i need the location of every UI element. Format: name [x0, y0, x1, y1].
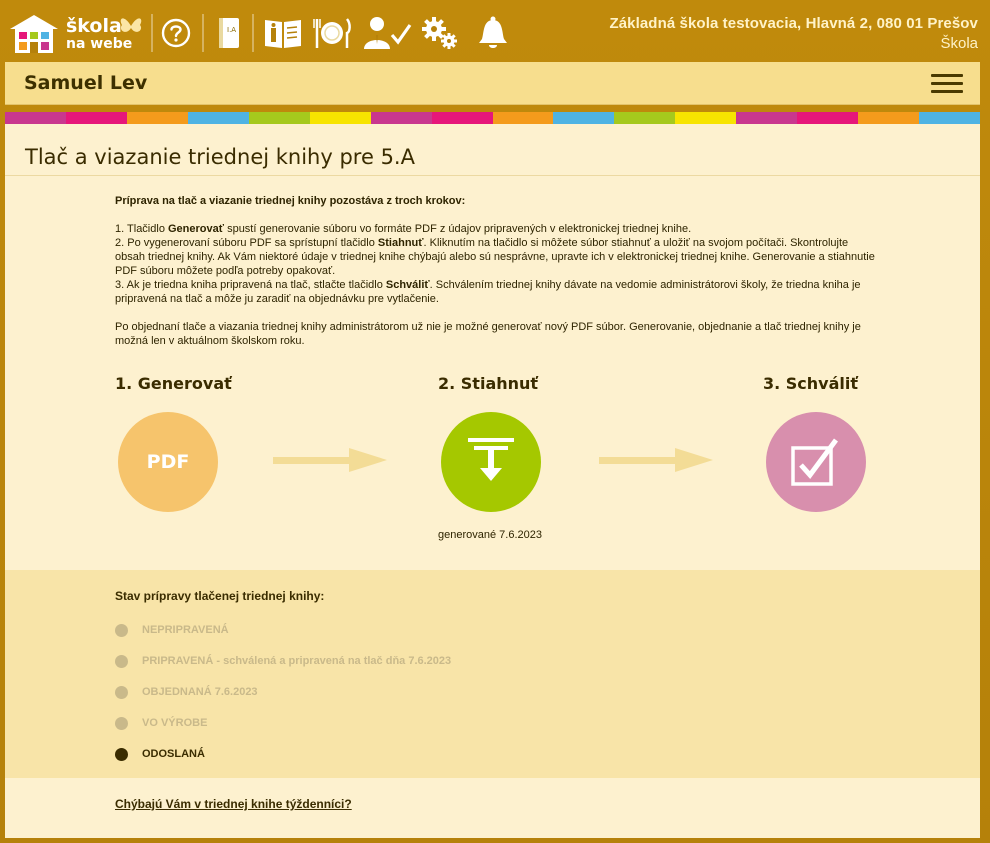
user-name: Samuel Lev [24, 72, 148, 94]
status-item: NEPRIPRAVENÁ [115, 622, 229, 638]
status-item-label: PRIPRAVENÁ - schválená a pripravená na t… [142, 655, 452, 667]
generated-date: generované 7.6.2023 [438, 529, 542, 541]
color-stripe [5, 112, 980, 124]
hamburger-icon-line [931, 74, 963, 77]
attendance-button[interactable] [362, 14, 412, 52]
class-book-label: I.A [227, 26, 236, 34]
hamburger-icon-line [931, 82, 963, 85]
bell-icon [479, 16, 507, 48]
page-title: Tlač a viazanie triednej knihy pre 5.A [25, 145, 415, 169]
status-item: PRIPRAVENÁ - schválená a pripravená na t… [115, 653, 451, 669]
status-dot-icon [115, 685, 128, 699]
status-item: OBJEDNANÁ 7.6.2023 [115, 684, 258, 700]
color-stripe-segment [370, 112, 432, 124]
status-item-label: VO VÝROBE [142, 717, 208, 729]
instructions-note: Po objednaní tlače a viazania triednej k… [115, 321, 861, 347]
pdf-label: PDF [146, 451, 190, 473]
color-stripe-segment [614, 112, 676, 124]
open-book-icon [265, 20, 301, 48]
logo-text-line2: na webe [66, 36, 133, 52]
settings-button[interactable] [420, 14, 460, 52]
notifications-button[interactable] [473, 14, 513, 52]
toolbar-separator [151, 14, 153, 52]
house-logo-icon [10, 15, 58, 53]
instructions: Príprava na tlač a viazanie triednej kni… [115, 194, 875, 348]
reading-book-button[interactable] [260, 14, 306, 52]
missing-weekly-duty-link[interactable]: Chýbajú Vám v triednej knihe týždenníci? [115, 797, 352, 811]
color-stripe-segment [736, 112, 798, 124]
download-button[interactable] [441, 412, 541, 512]
color-stripe-segment [492, 112, 554, 124]
hamburger-icon-line [931, 90, 963, 93]
step-generate-title: 1. Generovať [115, 374, 232, 393]
instructions-heading: Príprava na tlač a viazanie triednej kni… [115, 195, 466, 207]
status-heading: Stav prípravy tlačenej triednej knihy: [115, 589, 325, 603]
step-arrow-icon [599, 448, 713, 472]
status-dot-icon [115, 716, 128, 730]
gears-icon [422, 17, 457, 49]
main-panel: Tlač a viazanie triednej knihy pre 5.A P… [5, 124, 980, 838]
status-item-label: OBJEDNANÁ 7.6.2023 [142, 686, 258, 698]
generate-pdf-button[interactable]: PDF [118, 412, 218, 512]
color-stripe-segment [919, 112, 980, 124]
color-stripe-segment [5, 112, 66, 124]
status-item-label: ODOSLANÁ [142, 748, 205, 760]
toolbar-separator [202, 14, 204, 52]
color-stripe-segment [858, 112, 920, 124]
status-dot-icon [115, 623, 128, 637]
top-navigation-bar: škola na webe I.A Základná škola testova… [0, 0, 990, 62]
instruction-step-3: 3. Ak je triedna kniha pripravená na tla… [115, 279, 861, 305]
color-stripe-segment [126, 112, 188, 124]
status-item: ODOSLANÁ [115, 746, 205, 762]
status-item: VO VÝROBE [115, 715, 207, 731]
hamburger-menu-button[interactable] [931, 74, 963, 94]
color-stripe-segment [675, 112, 737, 124]
person-check-icon [364, 17, 412, 49]
user-role: Škola [940, 35, 978, 52]
question-mark-icon [161, 18, 191, 48]
status-dot-icon [115, 747, 128, 761]
user-header-bar: Samuel Lev [5, 62, 980, 105]
color-stripe-segment [553, 112, 615, 124]
color-stripe-segment [309, 112, 371, 124]
color-stripe-segment [187, 112, 249, 124]
class-book-button[interactable]: I.A [213, 14, 245, 52]
download-icon [468, 438, 514, 481]
school-name: Základná škola testovacia, Hlavná 2, 080… [609, 15, 978, 32]
toolbar-separator [252, 14, 254, 52]
color-stripe-segment [431, 112, 493, 124]
checkbox-check-icon [791, 438, 839, 486]
school-info: Základná škola testovacia, Hlavná 2, 080… [609, 15, 978, 52]
status-dot-icon [115, 654, 128, 668]
color-stripe-segment [797, 112, 859, 124]
approve-button[interactable] [766, 412, 866, 512]
color-stripe-segment [65, 112, 127, 124]
step-arrow-icon [273, 448, 387, 472]
step-approve-title: 3. Schváliť [763, 374, 859, 393]
class-book-icon: I.A [219, 18, 239, 48]
plate-cutlery-icon [313, 18, 351, 48]
help-button[interactable] [158, 14, 194, 52]
status-item-label: NEPRIPRAVENÁ [142, 624, 229, 636]
lunch-menu-button[interactable] [312, 14, 352, 52]
butterfly-icon [120, 18, 142, 32]
instruction-step-1: 1. Tlačidlo Generovať spustí generovanie… [115, 223, 692, 235]
color-stripe-segment [248, 112, 310, 124]
title-divider [5, 175, 980, 176]
status-section: Stav prípravy tlačenej triednej knihy: N… [5, 570, 980, 778]
step-download-title: 2. Stiahnuť [438, 374, 539, 393]
instruction-step-2: 2. Po vygenerovaní súboru PDF sa sprístu… [115, 237, 875, 277]
